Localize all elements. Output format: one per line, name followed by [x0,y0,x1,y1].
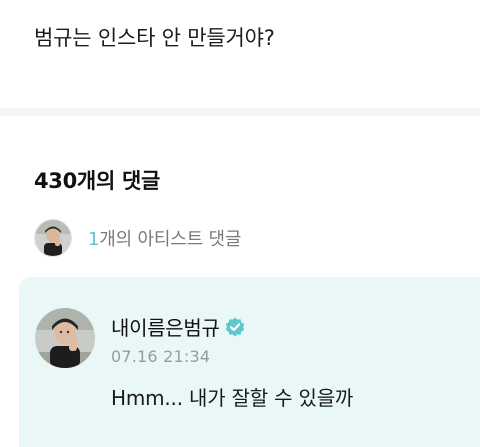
section-divider [0,108,480,116]
author-row: 내이름은범규 [111,312,246,341]
author-name[interactable]: 내이름은범규 [111,312,220,341]
artist-comment-card: 내이름은범규 07.16 21:34 Hmm... 내가 잘할 수 있을까 [19,277,480,447]
comment-count: 430개의 댓글 [34,169,161,193]
artist-avatar-icon [34,219,72,257]
artist-comment-label: 1개의 아티스트 댓글 [88,225,241,251]
comment-timestamp: 07.16 21:34 [111,347,211,366]
artist-comment-suffix: 개의 아티스트 댓글 [99,229,242,250]
post-text: 범규는 인스타 안 만들거야? [34,26,275,50]
comment-body: Hmm... 내가 잘할 수 있을까 [111,386,354,410]
verified-badge-icon [224,316,246,338]
artist-comment-filter[interactable]: 1개의 아티스트 댓글 [34,219,241,257]
author-avatar[interactable] [35,308,95,368]
artist-comment-count: 1 [88,229,100,250]
